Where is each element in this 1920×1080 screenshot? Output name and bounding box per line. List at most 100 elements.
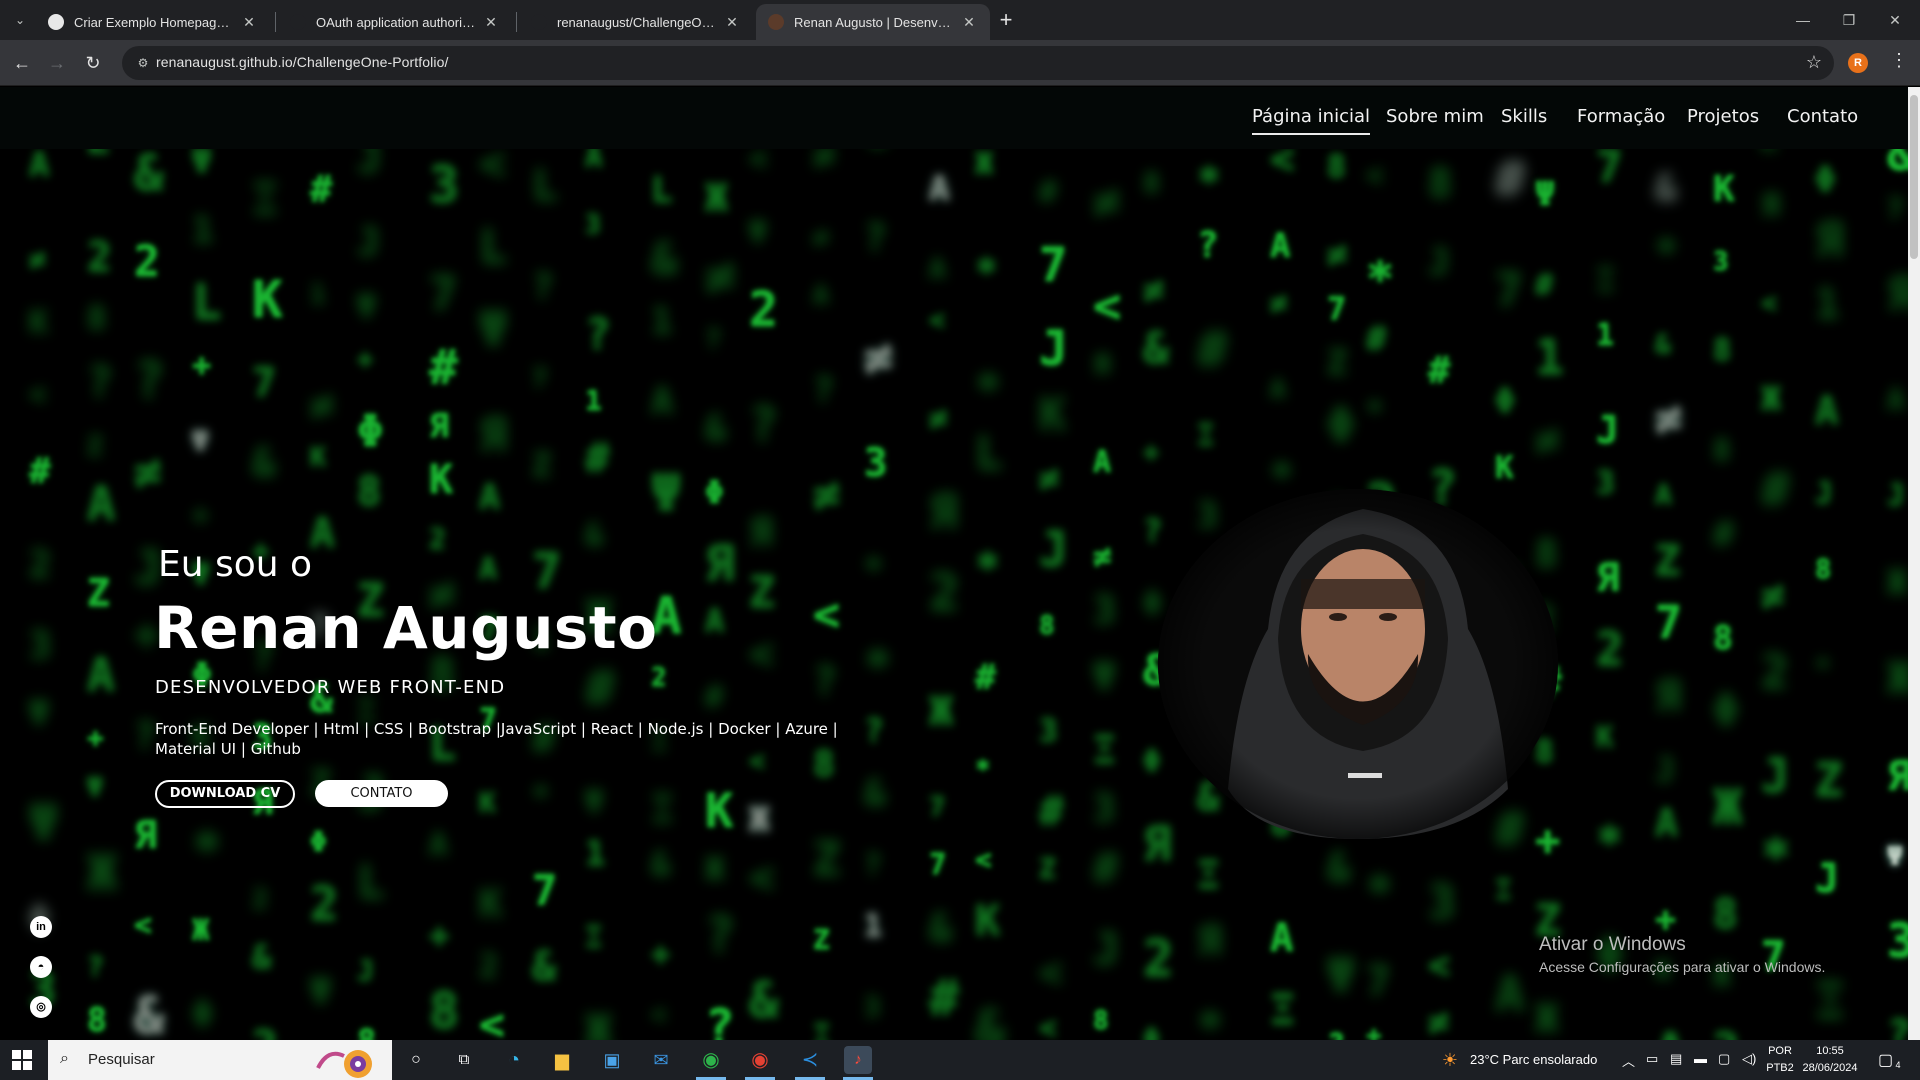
- notification-count: 4: [1895, 1060, 1901, 1070]
- matrix-glyph: 8: [1713, 890, 1738, 938]
- volume-icon[interactable]: ◁): [1742, 1051, 1756, 1067]
- tab-search-button[interactable]: ⌄: [8, 8, 32, 32]
- matrix-glyph: A: [29, 149, 50, 185]
- matrix-glyph: Я: [1815, 213, 1844, 268]
- cortana-icon[interactable]: ○: [402, 1046, 430, 1074]
- matrix-glyph: 7: [532, 364, 548, 394]
- meet-icon[interactable]: ▭: [1646, 1051, 1658, 1067]
- matrix-glyph: Ж: [705, 176, 728, 220]
- matrix-glyph: Ξ: [1197, 418, 1215, 452]
- matrix-glyph: Я: [1761, 188, 1780, 224]
- instagram-icon[interactable]: ◎: [30, 996, 52, 1018]
- matrix-glyph: Z: [532, 446, 552, 484]
- address-bar[interactable]: ⚙ renanaugust.github.io/ChallengeOne-Por…: [122, 46, 1834, 80]
- matrix-glyph: #: [1093, 843, 1119, 892]
- weather-text[interactable]: 23°C Parc ensolarado: [1470, 1052, 1597, 1067]
- mail-icon[interactable]: ✉: [647, 1046, 675, 1074]
- matrix-glyph: &: [651, 845, 671, 883]
- close-icon[interactable]: ✕: [960, 13, 978, 31]
- linkedin-icon[interactable]: in: [30, 916, 52, 938]
- restore-icon[interactable]: ❐: [1826, 6, 1872, 34]
- matrix-glyph: Ψ: [310, 972, 332, 1012]
- matrix-glyph: 1: [585, 834, 606, 874]
- contact-button[interactable]: CONTATO: [315, 780, 448, 807]
- weather-icon[interactable]: ☀: [1436, 1046, 1464, 1074]
- nav-link-skills[interactable]: Skills: [1501, 106, 1547, 127]
- bookmark-star-icon[interactable]: ☆: [1806, 52, 1822, 73]
- file-explorer-icon[interactable]: ▆: [548, 1046, 576, 1074]
- page-scrollbar[interactable]: [1908, 87, 1920, 1040]
- forward-icon[interactable]: →: [43, 49, 71, 77]
- minimize-icon[interactable]: —: [1780, 6, 1826, 34]
- matrix-glyph: 8: [1713, 618, 1733, 657]
- back-icon[interactable]: ←: [8, 49, 36, 77]
- scrollbar-thumb[interactable]: [1910, 95, 1918, 259]
- tab-criar-exemplo[interactable]: Criar Exemplo Homepage Code ✕: [36, 4, 270, 40]
- matrix-glyph: 7: [929, 792, 946, 823]
- edge-icon[interactable]: ◔: [500, 1046, 528, 1074]
- tab-github-repo[interactable]: renanaugust/ChallengeOne-Po ✕: [519, 4, 753, 40]
- profile-avatar[interactable]: R: [1848, 53, 1868, 73]
- close-icon[interactable]: ✕: [240, 13, 258, 31]
- url-text[interactable]: renanaugust.github.io/ChallengeOne-Portf…: [156, 54, 448, 70]
- matrix-glyph: +: [357, 344, 374, 375]
- matrix-glyph: A: [1655, 1023, 1686, 1040]
- nav-link-home[interactable]: Página inicial: [1252, 106, 1371, 135]
- download-cv-button[interactable]: DOWNLOAD CV: [155, 780, 295, 808]
- matrix-glyph: Φ: [1713, 686, 1739, 736]
- close-icon[interactable]: ✕: [723, 13, 741, 31]
- close-icon[interactable]: ✕: [482, 13, 500, 31]
- nav-link-about[interactable]: Sobre mim: [1386, 106, 1484, 127]
- keyboard-layout[interactable]: PTB2: [1764, 1062, 1796, 1074]
- matrix-glyph: K: [479, 882, 503, 927]
- matrix-glyph: #: [1197, 321, 1228, 380]
- matrix-glyph: Я: [929, 485, 958, 540]
- github-favicon-icon: [290, 14, 306, 30]
- hero-role: DESENVOLVEDOR WEB FRONT-END: [155, 677, 506, 698]
- matrix-glyph: 1: [585, 384, 602, 417]
- matrix-glyph: J: [1655, 750, 1675, 789]
- tab-portfolio[interactable]: Renan Augusto | Desenvolvedo ✕: [756, 4, 990, 40]
- matrix-glyph: &: [585, 518, 604, 553]
- tray-overflow-icon[interactable]: ︿: [1622, 1051, 1635, 1070]
- nav-link-education[interactable]: Formação: [1577, 106, 1665, 127]
- matrix-glyph: *: [975, 250, 998, 294]
- matrix-glyph: Ψ: [1535, 174, 1555, 213]
- matrix-glyph: Ξ: [585, 920, 603, 954]
- battery-icon[interactable]: ▬: [1694, 1051, 1707, 1066]
- matrix-glyph: *: [1366, 252, 1395, 307]
- matrix-glyph: J: [1093, 924, 1120, 975]
- matrix-glyph: 7: [1366, 957, 1391, 1005]
- taskbar-search-box[interactable]: ⌕ Pesquisar: [48, 1040, 392, 1080]
- close-window-icon[interactable]: ✕: [1872, 6, 1918, 34]
- app-icon[interactable]: ♪: [844, 1046, 872, 1074]
- tab-oauth[interactable]: OAuth application authorized ✕: [278, 4, 512, 40]
- matrix-glyph: K: [1713, 169, 1735, 210]
- clock-time[interactable]: 10:55: [1800, 1045, 1860, 1057]
- reload-icon[interactable]: ↻: [79, 49, 107, 77]
- language-indicator[interactable]: POR: [1764, 1045, 1796, 1057]
- notification-center-icon[interactable]: ▢: [1878, 1050, 1893, 1070]
- vscode-icon[interactable]: ≺: [796, 1046, 824, 1074]
- store-icon[interactable]: ▣: [598, 1046, 626, 1074]
- chrome-icon[interactable]: ◉: [697, 1046, 725, 1074]
- nav-link-contact[interactable]: Contato: [1787, 106, 1858, 127]
- display-icon[interactable]: ▤: [1670, 1051, 1682, 1067]
- network-icon[interactable]: ▢: [1718, 1051, 1730, 1067]
- nav-link-projects[interactable]: Projetos: [1687, 106, 1759, 127]
- github-icon[interactable]: ◓: [30, 956, 52, 978]
- matrix-glyph: Я: [1655, 672, 1681, 722]
- windows-start-icon[interactable]: [12, 1050, 32, 1070]
- matrix-glyph: ≠: [1535, 416, 1560, 464]
- task-view-icon[interactable]: ⧉: [450, 1046, 478, 1074]
- windows-activation-title: Ativar o Windows: [1539, 934, 1686, 955]
- clock-date[interactable]: 28/06/2024: [1800, 1062, 1860, 1074]
- tab-title: Criar Exemplo Homepage Code: [74, 14, 234, 30]
- browser-menu-icon[interactable]: ⋮: [1890, 50, 1908, 71]
- matrix-glyph: <: [975, 843, 992, 876]
- chrome-profile-icon[interactable]: ◉: [746, 1046, 774, 1074]
- site-info-icon[interactable]: ⚙: [134, 54, 152, 72]
- new-tab-button[interactable]: +: [992, 7, 1020, 35]
- search-placeholder: Pesquisar: [88, 1051, 155, 1068]
- matrix-glyph: 7: [1039, 238, 1068, 293]
